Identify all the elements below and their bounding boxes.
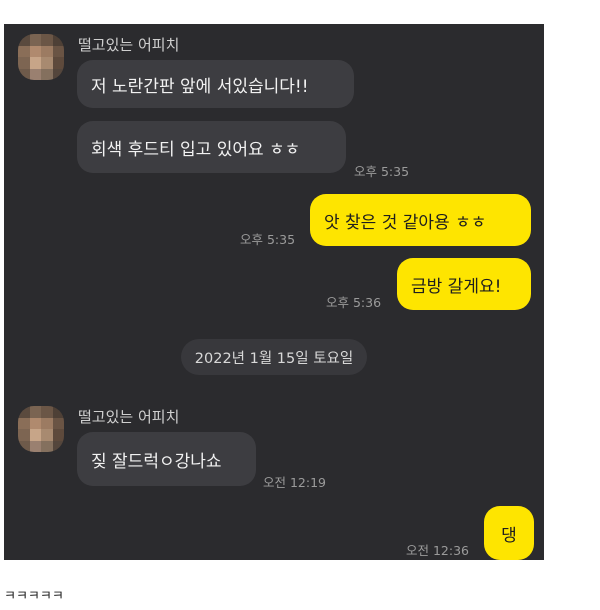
- message-text: 저 노란간판 앞에 서있습니다!!: [91, 76, 309, 97]
- message-timestamp: 오후 5:35: [354, 164, 410, 179]
- message-timestamp: 오후 5:36: [326, 295, 382, 310]
- message-text: 짖 잘드럭ㅇ강나쇼: [91, 451, 222, 472]
- outgoing-message-bubble[interactable]: 댕: [484, 506, 534, 560]
- message-timestamp: 오전 12:19: [263, 475, 326, 490]
- message-text: 회색 후드티 입고 있어요 ㅎㅎ: [91, 139, 301, 160]
- sender-name: 떨고있는 어피치: [78, 408, 180, 426]
- incoming-message-bubble[interactable]: 짖 잘드럭ㅇ강나쇼: [77, 432, 256, 486]
- date-divider-text: 2022년 1월 15일 토요일: [194, 350, 354, 367]
- post-caption: ㅋㅋㅋㅋㅋ: [4, 589, 64, 604]
- chat-window: 떨고있는 어피치 저 노란간판 앞에 서있습니다!! 회색 후드티 입고 있어요…: [4, 24, 544, 560]
- incoming-message-bubble[interactable]: 회색 후드티 입고 있어요 ㅎㅎ: [77, 121, 346, 173]
- outgoing-message-bubble[interactable]: 금방 갈게요!: [397, 258, 531, 310]
- date-divider: 2022년 1월 15일 토요일: [181, 339, 367, 375]
- message-text: 댕: [501, 525, 517, 546]
- sender-avatar-pixelated-icon[interactable]: [18, 34, 64, 80]
- sender-avatar-pixelated-icon[interactable]: [18, 406, 64, 452]
- message-text: 금방 갈게요!: [411, 276, 502, 297]
- message-text: 앗 찾은 것 같아용 ㅎㅎ: [324, 212, 487, 233]
- sender-name: 떨고있는 어피치: [78, 36, 180, 54]
- incoming-message-bubble[interactable]: 저 노란간판 앞에 서있습니다!!: [77, 60, 354, 108]
- message-timestamp: 오전 12:36: [406, 543, 469, 558]
- message-timestamp: 오후 5:35: [240, 232, 296, 247]
- outgoing-message-bubble[interactable]: 앗 찾은 것 같아용 ㅎㅎ: [310, 194, 531, 246]
